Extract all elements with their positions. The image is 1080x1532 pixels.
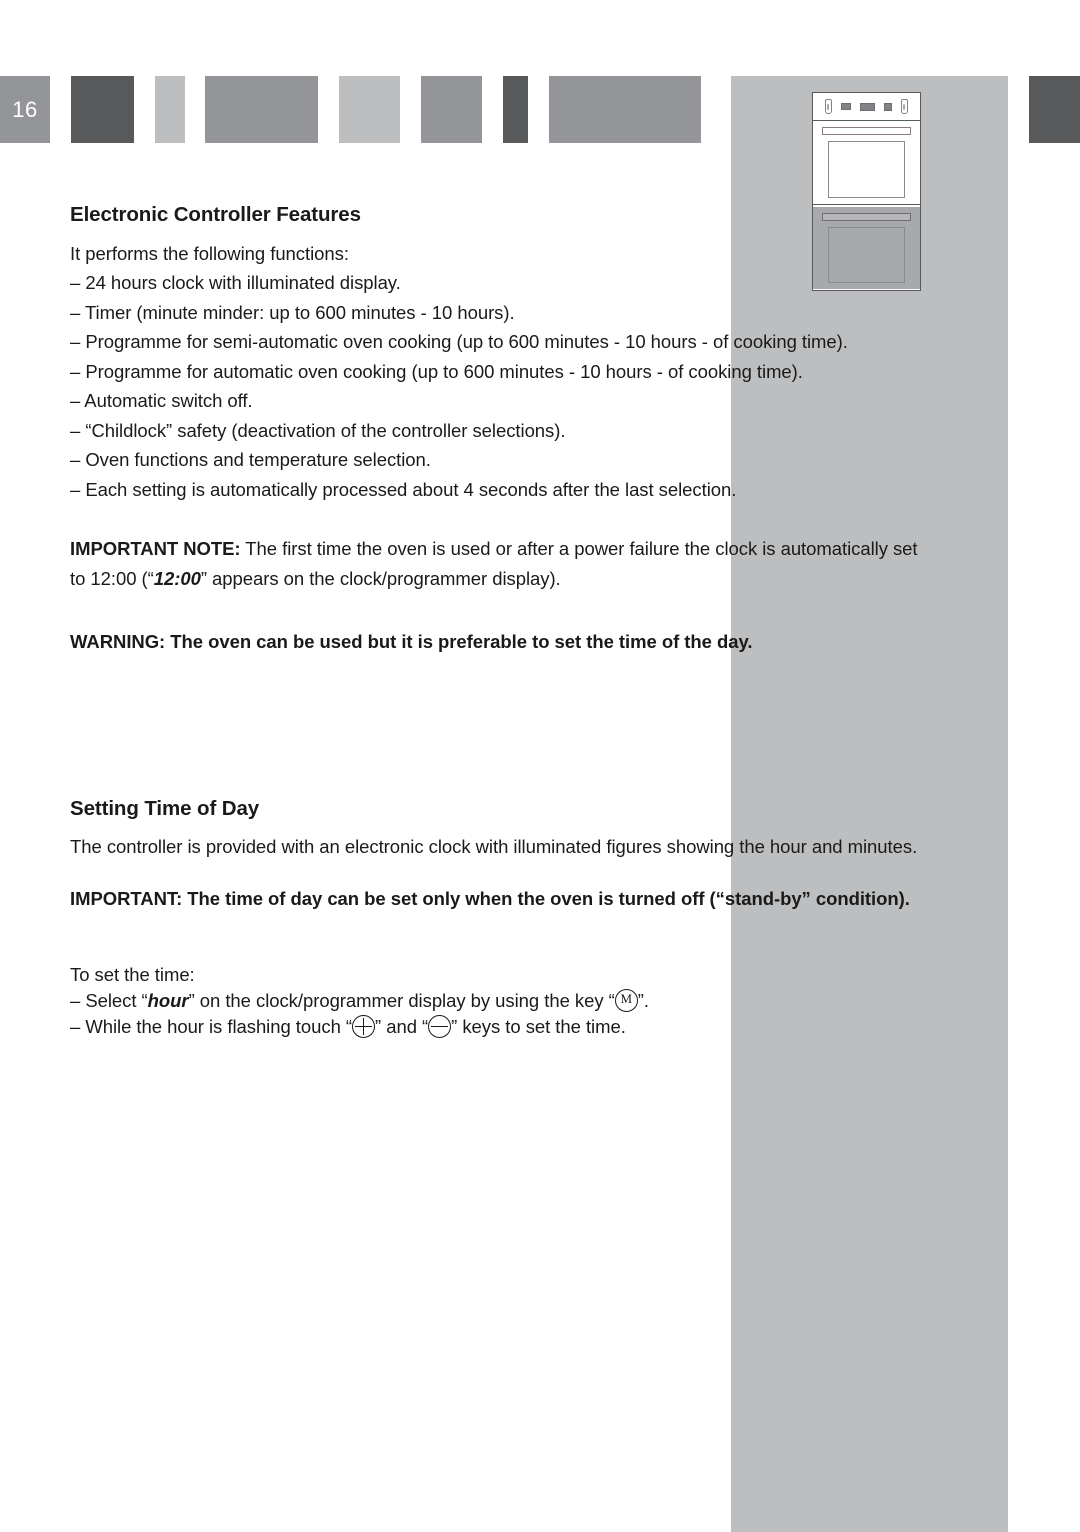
double-oven-illustration	[812, 92, 921, 291]
header-block-5	[339, 76, 400, 143]
header-block-2	[71, 76, 134, 143]
list-item: – 24 hours clock with illuminated displa…	[70, 272, 401, 293]
important-note-label: IMPORTANT NOTE:	[70, 538, 241, 559]
header-block-8	[549, 76, 701, 143]
oven-upper-cavity	[813, 121, 920, 205]
step-2-dash-text: – While the hour is flashing touch “	[70, 1016, 353, 1037]
list-item: – Programme for automatic oven cooking (…	[70, 360, 803, 382]
setting-time-paragraph: The controller is provided with an elect…	[70, 836, 918, 857]
list-item: – Each setting is automatically processe…	[70, 478, 737, 500]
mode-key-label: M	[620, 991, 632, 1006]
important-note-paragraph: IMPORTANT NOTE: The first time the oven …	[70, 534, 936, 593]
plus-key-icon	[352, 1015, 376, 1038]
step-1-emphasis: hour	[147, 990, 189, 1011]
oven-display-segment-3-icon	[884, 102, 893, 111]
list-item: – Timer (minute minder: up to 600 minute…	[70, 301, 515, 323]
oven-knob-right-icon	[901, 99, 909, 114]
warning-paragraph: WARNING: The oven can be used but it is …	[70, 631, 753, 652]
header-block-6	[421, 76, 482, 143]
intro-line: It performs the following functions:	[70, 243, 349, 264]
features-list: – 24 hours clock with illuminated displa…	[70, 268, 936, 504]
oven-display-segment-2-icon	[859, 102, 875, 111]
oven-control-panel	[813, 93, 920, 121]
step-1-mid-text: ” on the clock/programmer display by usi…	[188, 990, 615, 1011]
oven-display-segment-1-icon	[840, 103, 851, 110]
header-block-3	[155, 76, 185, 143]
list-item: – Automatic switch off.	[70, 390, 253, 411]
list-item: – “Childlock” safety (deactivation of th…	[70, 419, 566, 441]
oven-upper-handle	[822, 127, 911, 135]
important-note-text-after: ” appears on the clock/programmer displa…	[200, 567, 561, 589]
document-page: 16 Electronic Controller Features It per…	[0, 0, 1080, 1532]
page-number: 16	[0, 76, 50, 143]
step-2-mid-text: ” and “	[375, 1016, 429, 1037]
header-block-7	[503, 76, 528, 143]
oven-knob-left-icon	[824, 99, 832, 114]
heading-setting-time-of-day: Setting Time of Day	[70, 797, 260, 820]
header-block-4	[205, 76, 318, 143]
header-block-10	[1029, 76, 1080, 143]
step-1-dash-text: – Select “	[70, 990, 148, 1011]
list-item: – Oven functions and temperature selecti…	[70, 449, 431, 470]
mode-key-icon: M	[614, 989, 638, 1012]
important-note-emphasis: 12:00	[153, 567, 201, 589]
minus-key-icon	[428, 1015, 452, 1038]
heading-electronic-controller-features: Electronic Controller Features	[70, 203, 361, 226]
oven-upper-window	[828, 141, 905, 198]
step-1-end-text: ”.	[637, 990, 649, 1011]
step-adjust-hour: – While the hour is flashing touch “ ” an…	[70, 1012, 936, 1042]
step-2-end-text: ” keys to set the time.	[451, 1016, 626, 1037]
list-item: – Programme for semi-automatic oven cook…	[70, 331, 848, 352]
oven-lower-handle	[822, 212, 911, 221]
important-standby-paragraph: IMPORTANT: The time of day can be set on…	[70, 888, 910, 909]
